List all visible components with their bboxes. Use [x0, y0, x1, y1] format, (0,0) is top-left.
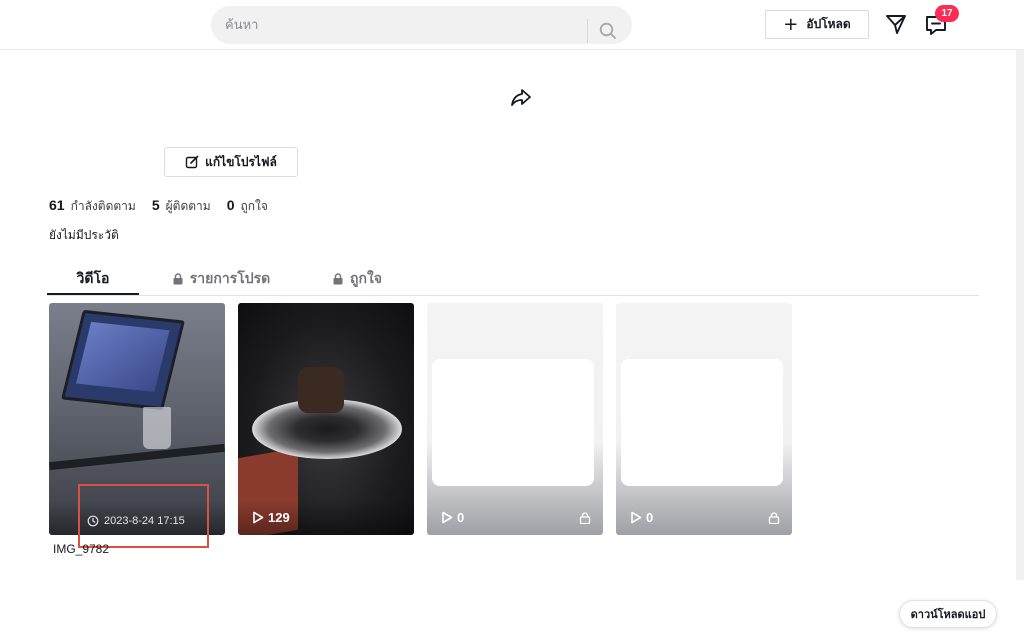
page-scrollbar[interactable]	[1016, 50, 1024, 580]
inbox-badge: 17	[935, 5, 959, 22]
highlight-annotation-box	[78, 484, 209, 548]
stat-likes: 0 ถูกใจ	[227, 197, 268, 216]
lock-icon	[173, 272, 183, 284]
video-thumbnail-figure	[298, 367, 344, 413]
lock-icon	[333, 272, 343, 284]
profile-tabs: วิดีโอ รายการโปรด ถูกใจ	[47, 262, 979, 296]
play-icon	[253, 511, 264, 524]
video-thumbnail-table	[49, 443, 225, 471]
video-views-count: 0	[457, 510, 465, 525]
active-tab-underline	[47, 293, 139, 295]
video-thumbnail-placeholder	[432, 359, 594, 486]
download-app-button[interactable]: ดาวน์โหลดแอป	[899, 600, 997, 628]
profile-stats: 61 กำลังติดตาม 5 ผู้ติดตาม 0 ถูกใจ	[49, 197, 268, 216]
play-icon	[442, 511, 453, 524]
search-divider	[587, 19, 588, 43]
upload-button[interactable]: + อัปโหลด	[765, 10, 869, 39]
tab-videos[interactable]: วิดีโอ	[47, 262, 139, 295]
top-header: + อัปโหลด 17	[0, 0, 1024, 50]
share-icon[interactable]	[510, 86, 532, 108]
plus-icon: +	[783, 13, 799, 35]
search-icon	[599, 22, 616, 39]
video-views-count: 129	[268, 510, 290, 525]
video-views: 0	[630, 510, 653, 525]
stat-followers-label: ผู้ติดตาม	[165, 199, 211, 213]
edit-profile-button[interactable]: แก้ไขโปรไฟล์	[164, 147, 298, 177]
stat-followers[interactable]: 5 ผู้ติดตาม	[152, 197, 211, 216]
search-bar[interactable]	[211, 6, 632, 44]
tab-favorites[interactable]: รายการโปรด	[165, 262, 277, 295]
upload-label: อัปโหลด	[806, 17, 851, 31]
tab-videos-label: วิดีโอ	[76, 270, 110, 287]
video-thumbnail-laptop	[61, 309, 185, 411]
send-message-icon[interactable]	[884, 12, 908, 36]
stat-followers-count: 5	[151, 197, 160, 213]
video-views-count: 0	[646, 510, 654, 525]
stat-likes-count: 0	[226, 197, 235, 213]
video-caption[interactable]: IMG_9782	[53, 542, 109, 556]
video-views: 0	[441, 510, 464, 525]
edit-icon	[185, 155, 199, 169]
profile-bio: ยังไม่มีประวัติ	[49, 228, 119, 242]
play-icon	[631, 511, 642, 524]
lock-icon	[579, 512, 591, 524]
video-card[interactable]: 0	[616, 303, 792, 535]
stat-likes-label: ถูกใจ	[240, 199, 268, 213]
video-thumbnail-cup	[143, 407, 171, 449]
stat-following-label: กำลังติดตาม	[70, 199, 136, 213]
video-thumbnail-placeholder	[621, 359, 783, 486]
stat-following[interactable]: 61 กำลังติดตาม	[49, 197, 136, 216]
tab-liked-label: ถูกใจ	[350, 270, 382, 287]
video-card[interactable]: 0	[427, 303, 603, 535]
lock-icon	[768, 512, 780, 524]
video-card[interactable]: 129	[238, 303, 414, 535]
search-button[interactable]	[595, 18, 621, 44]
tab-favorites-label: รายการโปรด	[189, 270, 271, 287]
tab-liked[interactable]: ถูกใจ	[327, 262, 387, 295]
video-views: 129	[252, 510, 290, 525]
stat-following-count: 61	[49, 197, 65, 213]
search-input[interactable]	[225, 15, 585, 35]
edit-profile-label: แก้ไขโปรไฟล์	[205, 154, 277, 169]
